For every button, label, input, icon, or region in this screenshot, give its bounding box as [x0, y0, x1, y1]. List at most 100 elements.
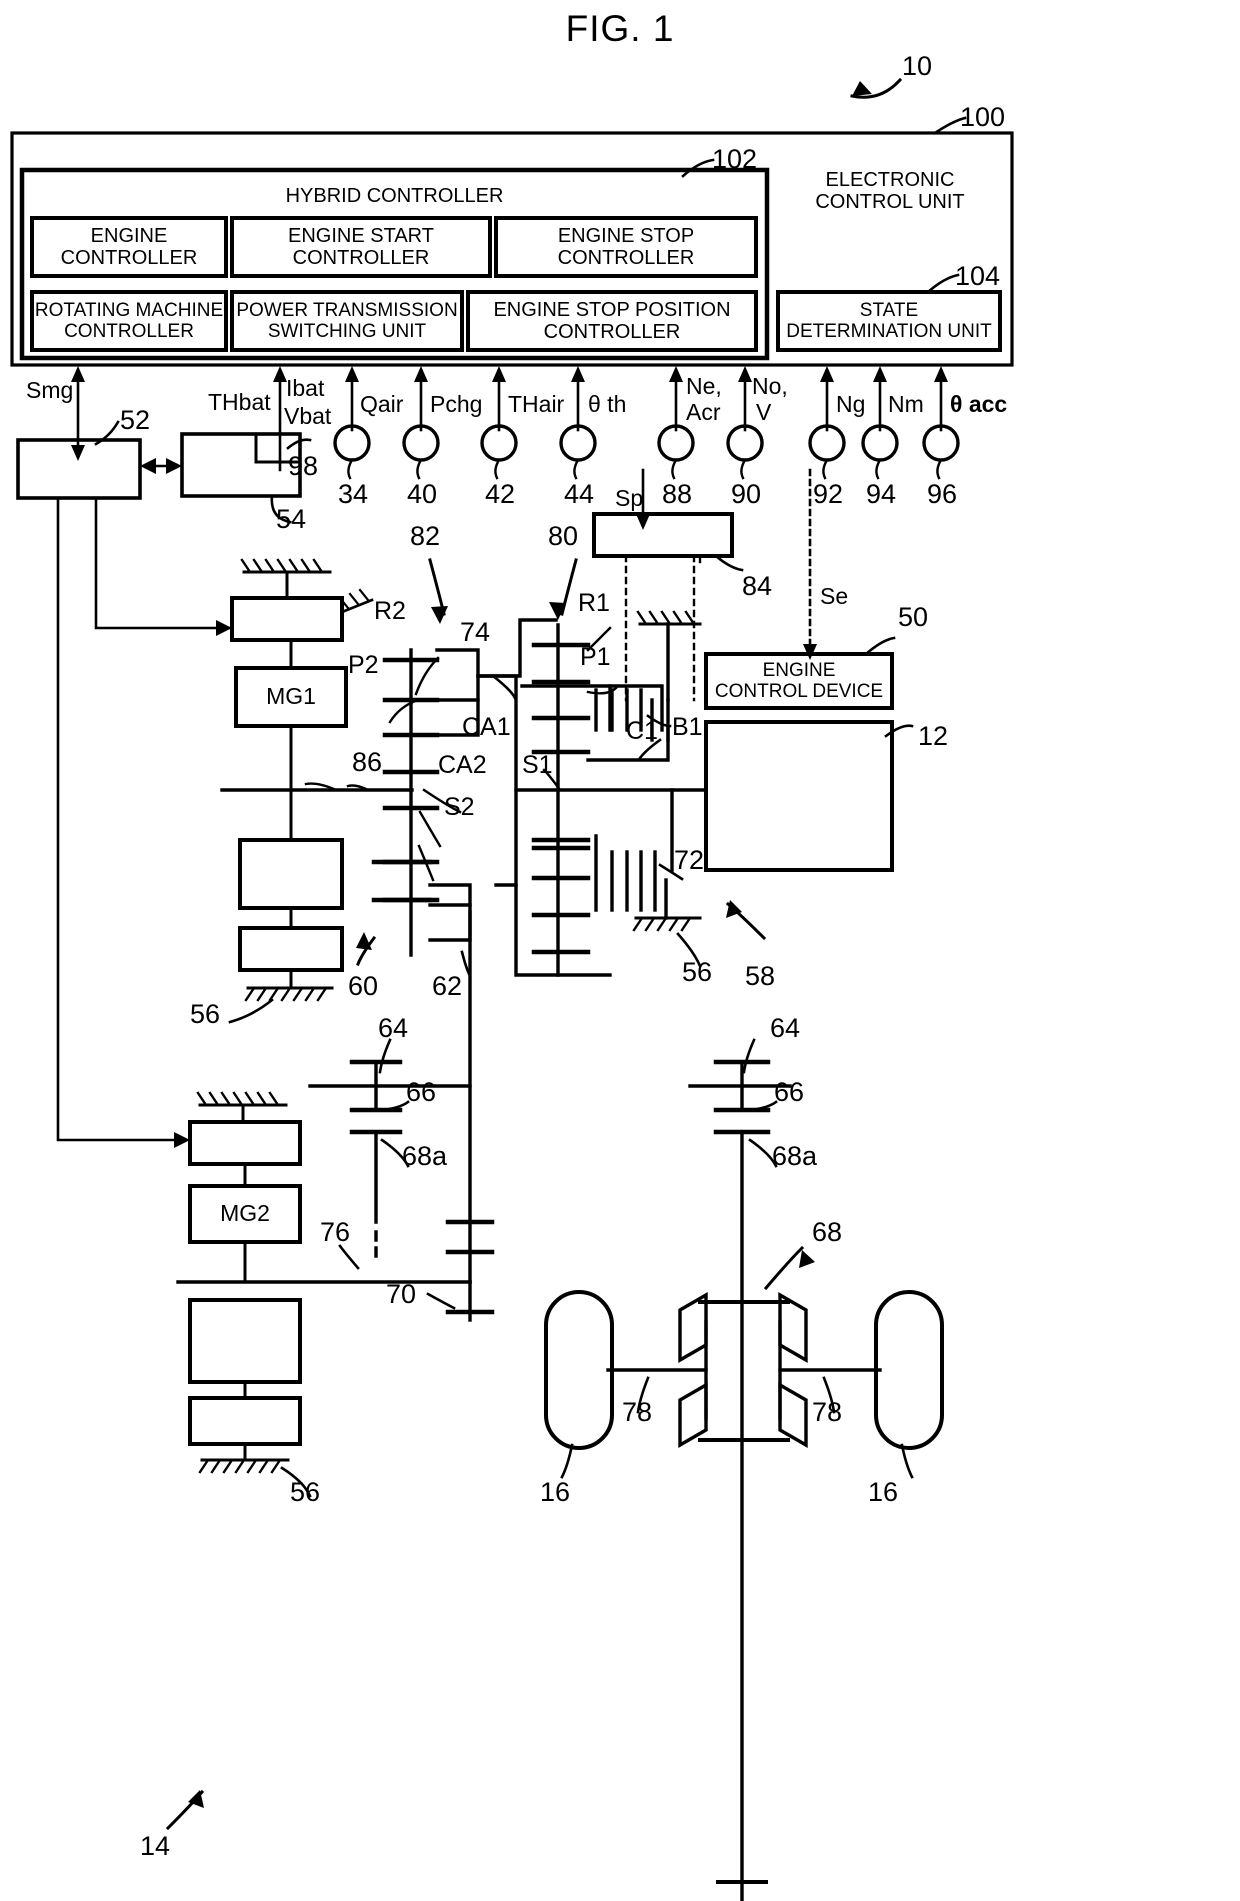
- ref-34: 34: [338, 479, 369, 509]
- ref-58: 58: [745, 961, 776, 991]
- ref-104: 104: [955, 261, 1001, 291]
- module-engine-controller[interactable]: ENGINE CONTROLLER: [32, 218, 226, 276]
- signal-thair: THair: [508, 391, 565, 417]
- ref-66-right: 66: [774, 1077, 805, 1107]
- ecu-title-line1: ELECTRONIC: [825, 168, 955, 191]
- module-line1: ENGINE START: [288, 224, 434, 247]
- ref-56-mg2: 56: [290, 1477, 321, 1507]
- signal-pchg: Pchg: [430, 391, 483, 417]
- diagram-linework: [10, 77, 1014, 1901]
- signal-thbat: THbat: [208, 389, 271, 415]
- gear-label-c1: C1: [626, 717, 658, 745]
- ref-12: 12: [918, 721, 949, 751]
- module-engine-stop-position-controller[interactable]: ENGINE STOP POSITION CONTROLLER: [468, 292, 756, 350]
- signal-ne: Ne,: [686, 373, 722, 399]
- ref-76: 76: [320, 1217, 351, 1247]
- ref-42: 42: [485, 479, 516, 509]
- signal-theta-th: θ th: [588, 391, 627, 417]
- module-line2: CONTROLLER: [292, 247, 430, 269]
- signal-v: V: [756, 399, 772, 425]
- ref-62: 62: [432, 971, 463, 1001]
- ref-56-mid: 56: [682, 957, 713, 987]
- ref-86: 86: [352, 747, 383, 777]
- ref-98: 98: [288, 451, 319, 481]
- engine-control-device[interactable]: ENGINE CONTROL DEVICE: [706, 654, 892, 708]
- module-line2: CONTROLLER: [557, 247, 695, 269]
- module-line2: DETERMINATION UNIT: [786, 321, 992, 342]
- signal-no: No,: [752, 373, 788, 399]
- module-state-determination-unit[interactable]: STATE DETERMINATION UNIT: [778, 292, 1000, 350]
- signal-sp: Sp: [615, 485, 644, 511]
- signal-theta-acc: θ acc: [950, 391, 1008, 417]
- ref-40: 40: [407, 479, 438, 509]
- signal-nm: Nm: [888, 391, 924, 417]
- ref-102: 102: [712, 144, 758, 174]
- ref-52: 52: [120, 405, 151, 435]
- ref-68a-right: 68a: [772, 1141, 818, 1171]
- signal-smg: Smg: [26, 377, 74, 403]
- module-rotating-machine-controller[interactable]: ROTATING MACHINE CONTROLLER: [32, 292, 226, 350]
- gear-label-ca1: CA1: [462, 713, 511, 741]
- ref-44: 44: [564, 479, 595, 509]
- ref-92: 92: [813, 479, 844, 509]
- ecd-line2: CONTROL DEVICE: [714, 681, 884, 702]
- ecu-title: ELECTRONIC CONTROL UNIT: [768, 163, 1012, 219]
- ref-100: 100: [960, 102, 1006, 132]
- patent-figure: FIG. 1 ELECTRONIC CONTROL UNIT HYBRID CO…: [0, 0, 1240, 1901]
- module-line1: STATE: [859, 299, 919, 321]
- ref-70: 70: [386, 1279, 417, 1309]
- module-line2: CONTROLLER: [64, 321, 194, 342]
- module-line1: ENGINE STOP: [557, 224, 695, 247]
- ref-90: 90: [731, 479, 762, 509]
- gear-label-p1: P1: [580, 643, 611, 671]
- ecd-line1: ENGINE: [762, 659, 836, 681]
- module-line1: ENGINE: [90, 224, 168, 247]
- ref-64-left: 64: [378, 1013, 409, 1043]
- module-line2: CONTROLLER: [60, 247, 198, 269]
- ref-60: 60: [348, 971, 379, 1001]
- gear-label-s1: S1: [522, 751, 553, 779]
- gear-label-r2: R2: [374, 597, 406, 625]
- module-line1: ROTATING MACHINE: [34, 299, 224, 321]
- module-engine-start-controller[interactable]: ENGINE START CONTROLLER: [232, 218, 490, 276]
- ref-72: 72: [674, 845, 705, 875]
- mg2-label: MG2: [220, 1200, 270, 1227]
- signal-ibat: Ibat: [286, 375, 325, 401]
- ref-68a-left: 68a: [402, 1141, 448, 1171]
- ref-96: 96: [927, 479, 958, 509]
- hybrid-controller-label: HYBRID CONTROLLER: [285, 184, 504, 207]
- gear-label-b1: B1: [672, 713, 703, 741]
- gear-label-p2: P2: [348, 651, 379, 679]
- module-engine-stop-controller[interactable]: ENGINE STOP CONTROLLER: [496, 218, 756, 276]
- ref-66-left: 66: [406, 1077, 437, 1107]
- module-power-transmission-switching-unit[interactable]: POWER TRANSMISSION SWITCHING UNIT: [232, 292, 462, 350]
- ref-88: 88: [662, 479, 693, 509]
- module-line2: SWITCHING UNIT: [267, 321, 427, 342]
- gear-label-r1: R1: [578, 589, 610, 617]
- ref-16-left: 16: [540, 1477, 571, 1507]
- ref-68: 68: [812, 1217, 843, 1247]
- ref-64-right: 64: [770, 1013, 801, 1043]
- ref-94: 94: [866, 479, 897, 509]
- ref-82: 82: [410, 521, 441, 551]
- ref-78-left: 78: [622, 1397, 653, 1427]
- gear-label-ca2: CA2: [438, 751, 487, 779]
- signal-se: Se: [820, 583, 849, 609]
- ref-56-mg1: 56: [190, 999, 221, 1029]
- mg1-label: MG1: [266, 683, 316, 710]
- ref-74: 74: [460, 617, 491, 647]
- ref-84: 84: [742, 571, 773, 601]
- gear-label-s2: S2: [444, 793, 475, 821]
- signal-vbat: Vbat: [284, 403, 332, 429]
- ref-50: 50: [898, 602, 929, 632]
- signal-acr: Acr: [686, 399, 721, 425]
- module-line2: CONTROLLER: [543, 321, 681, 343]
- module-line1: ENGINE STOP POSITION: [493, 298, 731, 321]
- module-line1: POWER TRANSMISSION: [236, 299, 458, 321]
- ecu-title-line2: CONTROL UNIT: [815, 191, 965, 213]
- ref-16-right: 16: [868, 1477, 899, 1507]
- ref-54: 54: [276, 504, 307, 534]
- signal-ng: Ng: [836, 391, 866, 417]
- ref-10: 10: [902, 51, 933, 81]
- ref-80: 80: [548, 521, 579, 551]
